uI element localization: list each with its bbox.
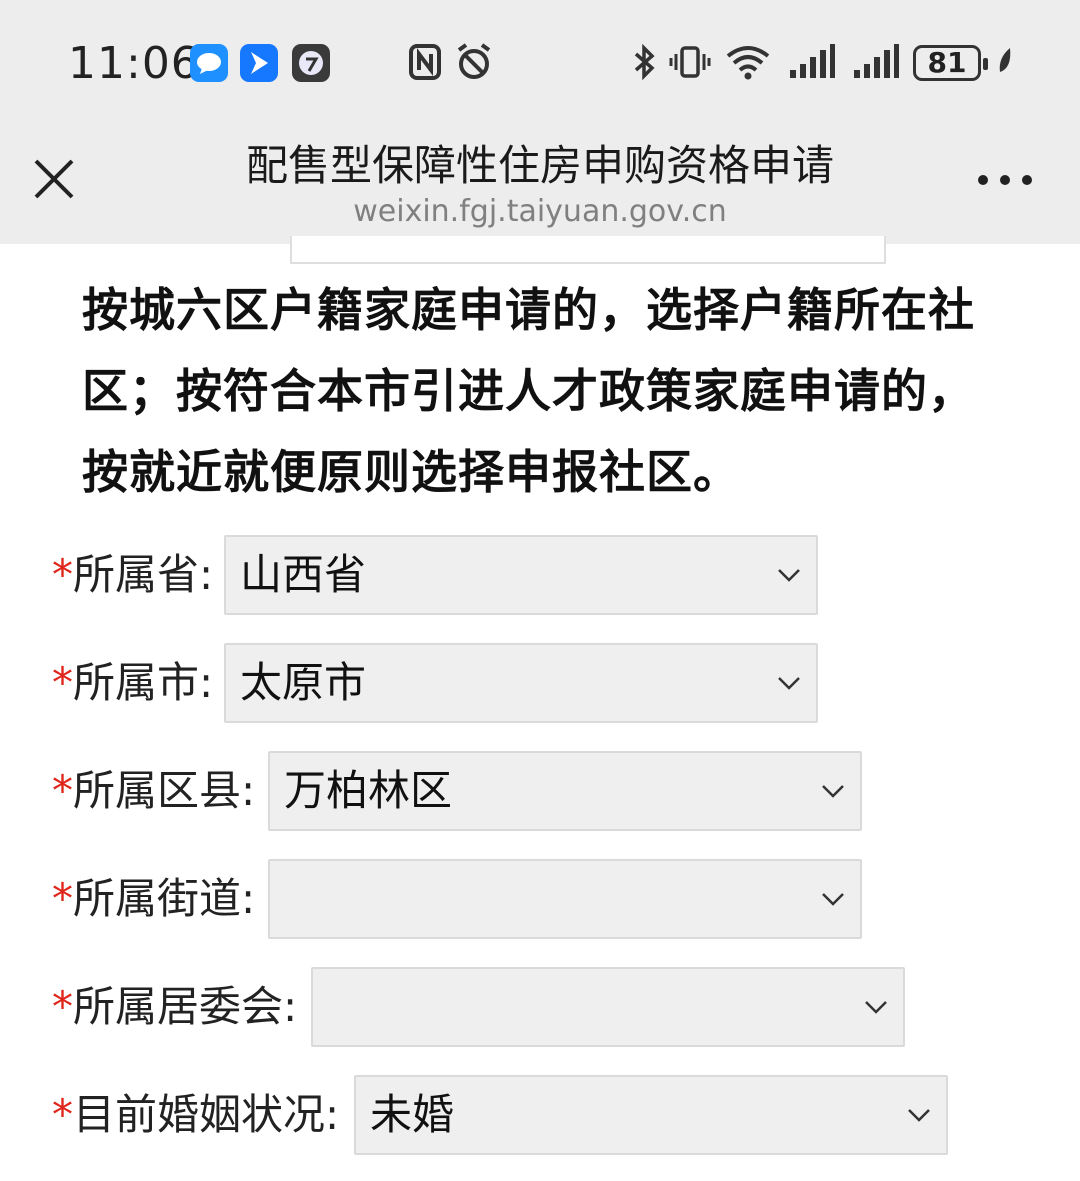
notice-line: 区；按符合本市引进人才政策家庭申请的， (82, 364, 975, 418)
field-label: *所属居委会: (52, 982, 298, 1031)
wifi-icon (726, 46, 770, 80)
vibrate-icon (669, 46, 711, 78)
bird-icon (240, 44, 278, 82)
notice-line: 按城六区户籍家庭申请的，选择户籍所在社 (82, 283, 975, 337)
chevron-down-icon (865, 1001, 887, 1014)
page-title: 配售型保障性住房申购资格申请 (245, 141, 834, 190)
district-select[interactable]: 万柏林区 (268, 751, 862, 831)
select-value: 太原市 (240, 658, 367, 707)
marital-status-select[interactable]: 未婚 (354, 1075, 948, 1155)
notice-line: 按就近就便原则选择申报社区。 (82, 445, 740, 499)
page-url: weixin.fgj.taiyuan.gov.cn (353, 194, 727, 229)
message-icon (190, 44, 228, 82)
top-bar: 11:06 81 配售型保障性住房申购资格申请 weixin.fgj.taiyu… (0, 0, 1080, 244)
status-bar: 11:06 81 (0, 0, 1080, 125)
alarm-icon (457, 43, 491, 79)
notice-text: 按城六区户籍家庭申请的，选择户籍所在社 区；按符合本市引进人才政策家庭申请的， … (82, 270, 1052, 513)
select-value: 山西省 (240, 550, 367, 599)
status-time: 11:06 (68, 38, 200, 89)
signal-icon (854, 44, 899, 78)
close-icon[interactable] (30, 155, 78, 203)
select-value: 未婚 (370, 1090, 455, 1139)
chevron-down-icon (822, 785, 844, 798)
nfc-icon (409, 44, 441, 80)
more-options-icon[interactable] (975, 168, 1035, 192)
leaf-icon (999, 48, 1011, 72)
field-label: *所属市: (52, 658, 214, 707)
chevron-down-icon (778, 569, 800, 582)
street-select[interactable] (268, 859, 862, 939)
signal-icon (790, 44, 835, 78)
previous-field-box (290, 236, 886, 264)
field-label: *所属街道: (52, 874, 256, 923)
bluetooth-icon (634, 43, 655, 81)
chevron-down-icon (908, 1109, 930, 1122)
battery-icon: 81 (913, 45, 988, 81)
battery-level: 81 (927, 46, 967, 79)
province-select[interactable]: 山西省 (224, 535, 818, 615)
field-label: *所属省: (52, 550, 214, 599)
app-icon (292, 44, 330, 82)
field-label: *目前婚姻状况: (52, 1090, 340, 1139)
select-value: 万柏林区 (284, 766, 453, 815)
city-select[interactable]: 太原市 (224, 643, 818, 723)
field-label: *所属区县: (52, 766, 256, 815)
committee-select[interactable] (311, 967, 905, 1047)
chevron-down-icon (778, 677, 800, 690)
chevron-down-icon (822, 893, 844, 906)
